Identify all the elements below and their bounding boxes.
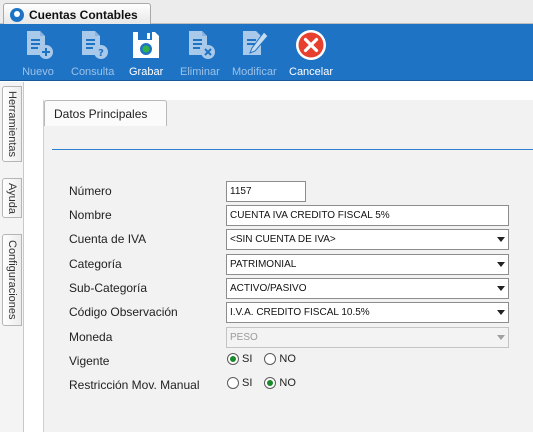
sidebar-tab-herramientas[interactable]: Herramientas [2, 86, 22, 162]
document-tab-bar: Cuentas Contables [0, 0, 533, 25]
moneda-value: PESO [230, 332, 258, 343]
main-content: Datos Principales Número 1157 Nombre CUE… [25, 82, 533, 432]
cancel-icon [294, 28, 328, 62]
numero-row: Número 1157 [44, 181, 533, 203]
moneda-row: Moneda PESO [44, 327, 533, 349]
grabar-label: Grabar [129, 66, 164, 78]
nuevo-button[interactable]: Nuevo [21, 28, 55, 80]
tab-title: Cuentas Contables [29, 7, 138, 22]
vigente-row: Vigente SI NO [44, 351, 533, 373]
restriccion-si-radio[interactable]: SI [227, 377, 252, 389]
edit-pencil-icon [237, 28, 271, 62]
codigo-observacion-value: I.V.A. CREDITO FISCAL 10.5% [230, 307, 370, 318]
numero-value: 1157 [230, 186, 252, 197]
nombre-value: CUENTA IVA CREDITO FISCAL 5% [230, 210, 390, 221]
sub-categoria-select[interactable]: ACTIVO/PASIVO [226, 278, 509, 299]
chevron-down-icon[interactable] [494, 279, 508, 298]
section-divider [52, 149, 533, 150]
consulta-label: Consulta [71, 66, 115, 78]
moneda-select: PESO [226, 327, 509, 348]
chevron-down-icon[interactable] [494, 255, 508, 274]
categoria-select[interactable]: PATRIMONIAL [226, 254, 509, 275]
radio-selected-icon[interactable] [264, 377, 277, 389]
restriccion-radio-group: SI NO [227, 377, 308, 389]
app-logo-icon [10, 7, 24, 22]
categoria-value: PATRIMONIAL [230, 259, 297, 270]
side-panel-tabs: Herramientas Ayuda Configuraciones [0, 82, 24, 432]
vigente-si-label: SI [242, 353, 253, 365]
vigente-no-label: NO [279, 353, 296, 365]
sidebar-tab-configuraciones[interactable]: Configuraciones [2, 234, 22, 326]
modificar-button[interactable]: Modificar [232, 28, 277, 80]
codigo-observacion-label: Código Observación [69, 305, 178, 319]
categoria-label: Categoría [69, 257, 122, 271]
sub-categoria-row: Sub-Categoría ACTIVO/PASIVO [44, 278, 533, 300]
cuenta-iva-row: Cuenta de IVA <SIN CUENTA DE IVA> [44, 229, 533, 251]
numero-input[interactable]: 1157 [226, 181, 306, 202]
save-disk-icon [129, 28, 163, 62]
vigente-no-radio[interactable]: NO [264, 353, 296, 365]
tab-cuentas-contables[interactable]: Cuentas Contables [3, 3, 151, 25]
sidebar-tab-label: Configuraciones [6, 240, 18, 320]
delete-document-icon [183, 28, 217, 62]
chevron-down-icon[interactable] [494, 303, 508, 322]
sidebar-tab-ayuda[interactable]: Ayuda [2, 178, 22, 218]
tab-datos-principales[interactable]: Datos Principales [44, 100, 167, 126]
grabar-button[interactable]: Grabar [129, 28, 163, 80]
query-document-icon: ? [76, 28, 110, 62]
cuenta-iva-label: Cuenta de IVA [69, 232, 147, 246]
vigente-label: Vigente [69, 354, 110, 368]
radio-selected-icon[interactable] [227, 353, 239, 365]
sub-categoria-label: Sub-Categoría [69, 281, 148, 295]
numero-label: Número [69, 184, 112, 198]
chevron-down-icon [494, 328, 508, 347]
modificar-label: Modificar [232, 66, 277, 78]
nombre-row: Nombre CUENTA IVA CREDITO FISCAL 5% [44, 205, 533, 227]
restriccion-si-label: SI [242, 377, 253, 389]
nombre-label: Nombre [69, 208, 112, 222]
eliminar-button[interactable]: Eliminar [180, 28, 220, 80]
radio-unselected-icon[interactable] [227, 377, 239, 389]
restriccion-label: Restricción Mov. Manual [69, 378, 200, 392]
cuenta-iva-value: <SIN CUENTA DE IVA> [230, 234, 336, 245]
sidebar-tab-label: Ayuda [6, 182, 18, 214]
cancelar-button[interactable]: Cancelar [289, 28, 333, 80]
cuenta-iva-select[interactable]: <SIN CUENTA DE IVA> [226, 229, 509, 250]
sidebar-tab-label: Herramientas [6, 90, 18, 158]
nuevo-label: Nuevo [22, 66, 54, 78]
codigo-observacion-select[interactable]: I.V.A. CREDITO FISCAL 10.5% [226, 302, 509, 323]
vigente-radio-group: SI NO [227, 353, 308, 365]
new-document-icon [21, 28, 55, 62]
nombre-input[interactable]: CUENTA IVA CREDITO FISCAL 5% [226, 205, 509, 226]
svg-text:?: ? [98, 48, 104, 59]
chevron-down-icon[interactable] [494, 230, 508, 249]
form-panel: Datos Principales Número 1157 Nombre CUE… [43, 100, 533, 432]
restriccion-row: Restricción Mov. Manual SI NO [44, 375, 533, 397]
restriccion-no-radio[interactable]: NO [264, 377, 296, 389]
sub-categoria-value: ACTIVO/PASIVO [230, 283, 307, 294]
radio-unselected-icon[interactable] [264, 353, 277, 365]
eliminar-label: Eliminar [180, 66, 220, 78]
section-tab-label: Datos Principales [54, 106, 148, 121]
codigo-observacion-row: Código Observación I.V.A. CREDITO FISCAL… [44, 302, 533, 324]
restriccion-no-label: NO [279, 377, 296, 389]
moneda-label: Moneda [69, 330, 113, 344]
cancelar-label: Cancelar [289, 66, 334, 78]
toolbar: Nuevo ? Consulta Grabar Eliminar Modific… [0, 24, 533, 81]
vigente-si-radio[interactable]: SI [227, 353, 252, 365]
categoria-row: Categoría PATRIMONIAL [44, 254, 533, 276]
consulta-button[interactable]: ? Consulta [71, 28, 114, 80]
